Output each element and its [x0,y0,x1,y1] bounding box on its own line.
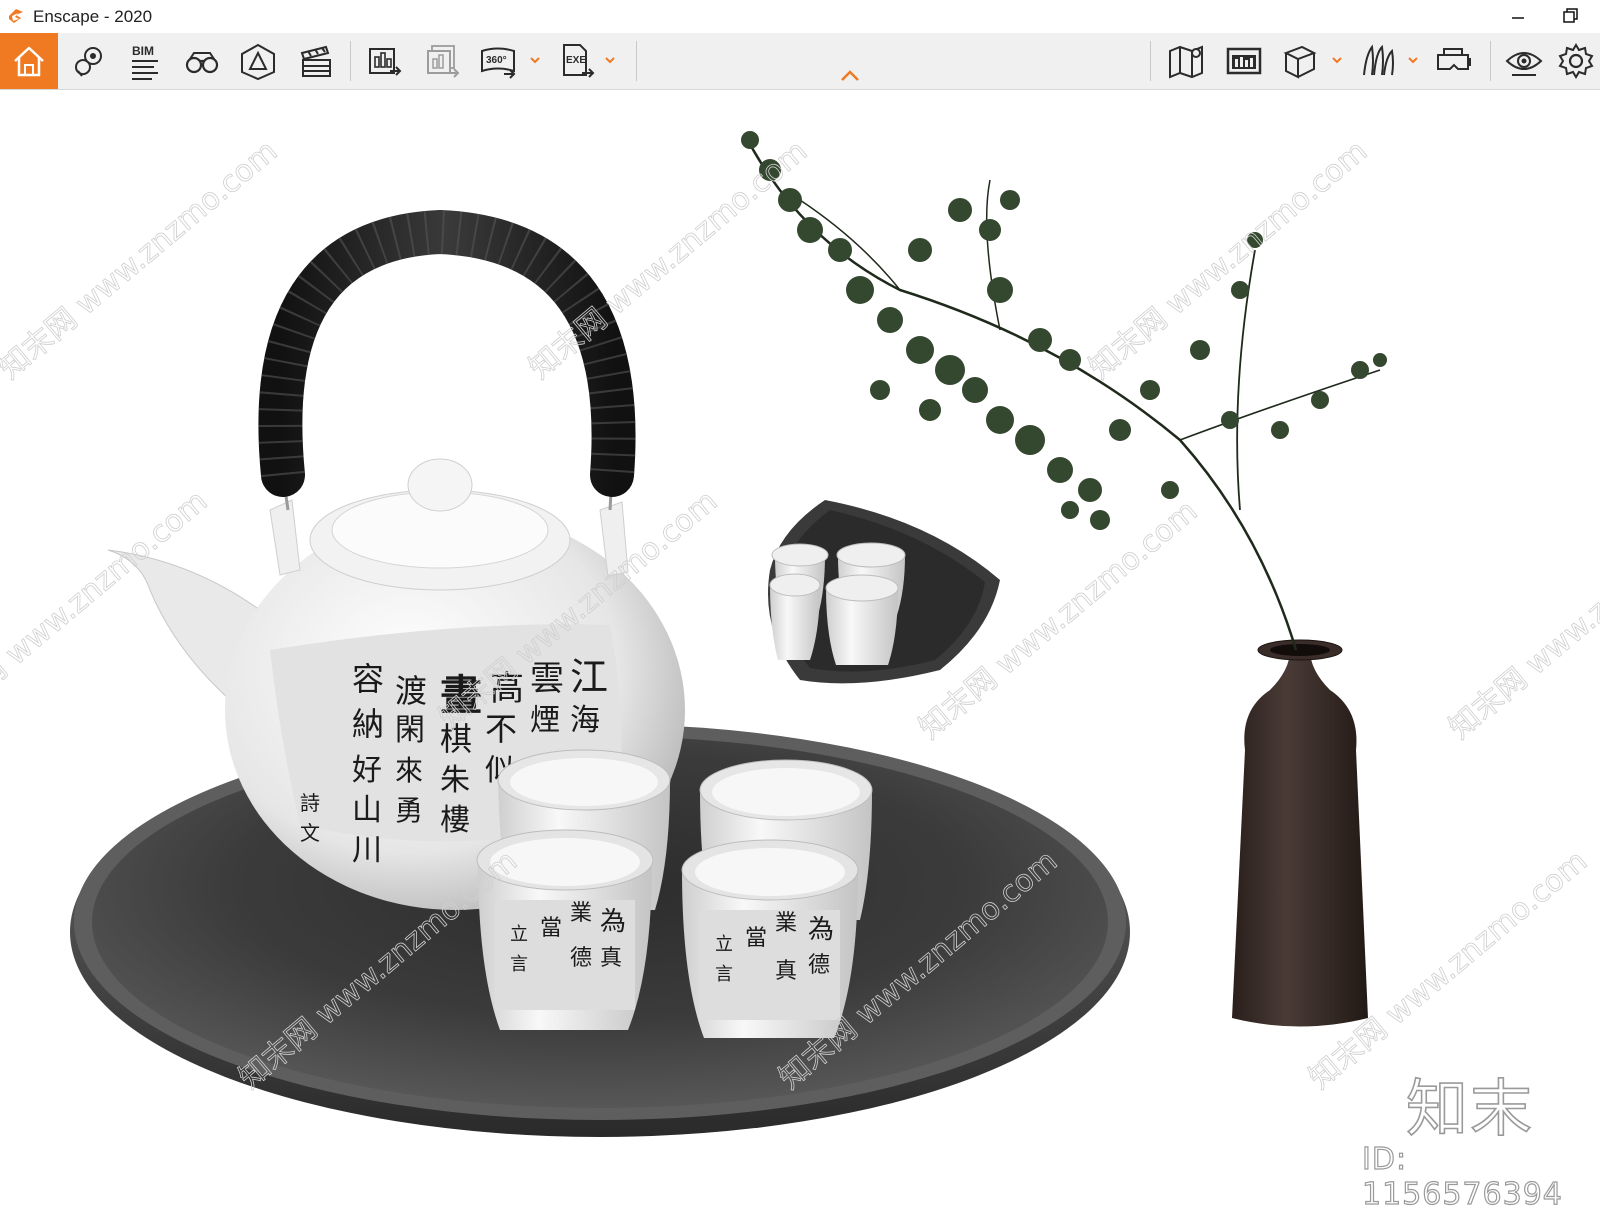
svg-text:朱: 朱 [440,763,470,798]
svg-text:為: 為 [808,915,834,945]
chevron-down-icon[interactable] [603,53,617,67]
batch-rendering-button[interactable] [414,33,470,89]
svg-text:言: 言 [715,964,733,985]
window-title: Enscape - 2020 [33,7,153,26]
svg-text:知末网 www.znzmo.com: 知末网 www.znzmo.com [0,134,284,386]
grass-icon [1363,44,1394,76]
panorama-button[interactable]: 360° [470,33,526,89]
vr-headset-icon [1437,48,1471,70]
clapperboard-icon [300,45,331,77]
chevron-down-icon[interactable] [1406,53,1420,67]
panorama-360-icon: 360° [481,47,516,79]
svg-text:當: 當 [745,926,767,951]
svg-text:為: 為 [600,907,626,937]
visual-settings-eye-icon [1505,52,1543,76]
svg-text:BIM: BIM [132,44,154,58]
svg-text:業: 業 [570,901,592,926]
svg-text:渡: 渡 [395,672,427,710]
collapse-toolbar-chevron-up-icon[interactable] [838,68,862,84]
screenshot-button[interactable] [356,33,412,89]
vr-headset-button[interactable] [1426,33,1482,89]
svg-text:德: 德 [808,953,830,978]
tea-cup: 為 業 當 德 真 立 言 [681,839,859,1038]
orthographic-button[interactable] [174,33,230,89]
minimize-icon[interactable] [1500,4,1536,30]
bim-icon: BIM [132,44,158,80]
svg-text:閑: 閑 [395,713,425,748]
render-viewport[interactable]: 江 雲 高 畫 渡 容 煙 不 棋 閑 納 海 似 朱 來 好 樓 勇 山 川 … [0,90,1600,1195]
bim-button[interactable]: BIM [116,33,172,89]
asset-library-icon [1226,47,1262,75]
screenshot-export-icon [369,48,402,76]
map-button[interactable] [1158,33,1214,89]
svg-text:文: 文 [300,821,320,845]
inset-tray-view [768,500,1000,684]
svg-text:山: 山 [352,793,382,828]
gear-icon [1558,43,1594,79]
map-icon [1169,45,1203,79]
svg-text:知末网 www.znzmo.com: 知末网 www.znzmo.com [1083,134,1374,386]
svg-text:德: 德 [570,946,592,971]
title-bar: Enscape - 2020 [0,0,1600,33]
toolbar-separator [1490,41,1491,81]
watermark-id: ID: 1156576394 [1361,1141,1563,1212]
svg-text:樓: 樓 [440,803,470,838]
svg-text:詩: 詩 [300,791,320,815]
svg-text:真: 真 [775,959,797,984]
svg-text:來: 來 [395,754,423,787]
tea-cup [769,573,821,660]
views-button[interactable] [60,33,116,89]
svg-text:勇: 勇 [395,794,423,827]
watermark-logo: 知末 [1405,1071,1535,1146]
svg-text:海: 海 [570,703,600,738]
svg-text:立: 立 [510,924,528,945]
svg-text:川: 川 [352,833,382,868]
toolbar-separator [1150,41,1151,81]
batch-render-icon [427,45,460,78]
restore-icon[interactable] [1556,4,1592,30]
svg-text:好: 好 [352,753,382,788]
home-button[interactable] [0,33,58,89]
perspective-button[interactable] [230,33,286,89]
svg-text:煙: 煙 [530,703,560,738]
video-editor-button[interactable] [288,33,344,89]
svg-text:容: 容 [352,660,384,698]
main-toolbar: BIM 360° EXE [0,33,1600,90]
cube-view-icon [1283,45,1317,79]
svg-text:立: 立 [715,934,733,955]
toolbar-separator [350,41,351,81]
exe-export-icon: EXE [563,44,595,78]
svg-text:言: 言 [510,954,528,975]
chevron-down-icon[interactable] [528,53,542,67]
toolbar-separator [636,41,637,81]
asset-library-button[interactable] [1216,33,1272,89]
svg-text:業: 業 [775,911,797,936]
perspective-cube-icon [241,43,275,81]
cube-view-button[interactable] [1272,33,1328,89]
vase [1232,639,1368,1027]
exe-export-button[interactable]: EXE [548,33,604,89]
chevron-down-icon[interactable] [1330,53,1344,67]
enscape-logo-icon [9,9,23,23]
grass-button[interactable] [1350,33,1406,89]
svg-text:360°: 360° [486,55,507,66]
location-pin-icon [75,47,102,77]
svg-text:納: 納 [352,705,384,743]
settings-button[interactable] [1548,33,1600,89]
svg-text:知末网 www.znzmo.com: 知末网 www.znzmo.com [1443,494,1600,746]
tea-cup [825,574,899,665]
home-icon [14,46,44,77]
svg-text:當: 當 [540,916,562,941]
svg-text:真: 真 [600,946,622,971]
binoculars-icon [185,52,219,74]
svg-text:EXE: EXE [566,55,586,66]
svg-text:不: 不 [485,710,517,748]
svg-text:江: 江 [570,655,608,699]
visual-settings-button[interactable] [1496,33,1552,89]
